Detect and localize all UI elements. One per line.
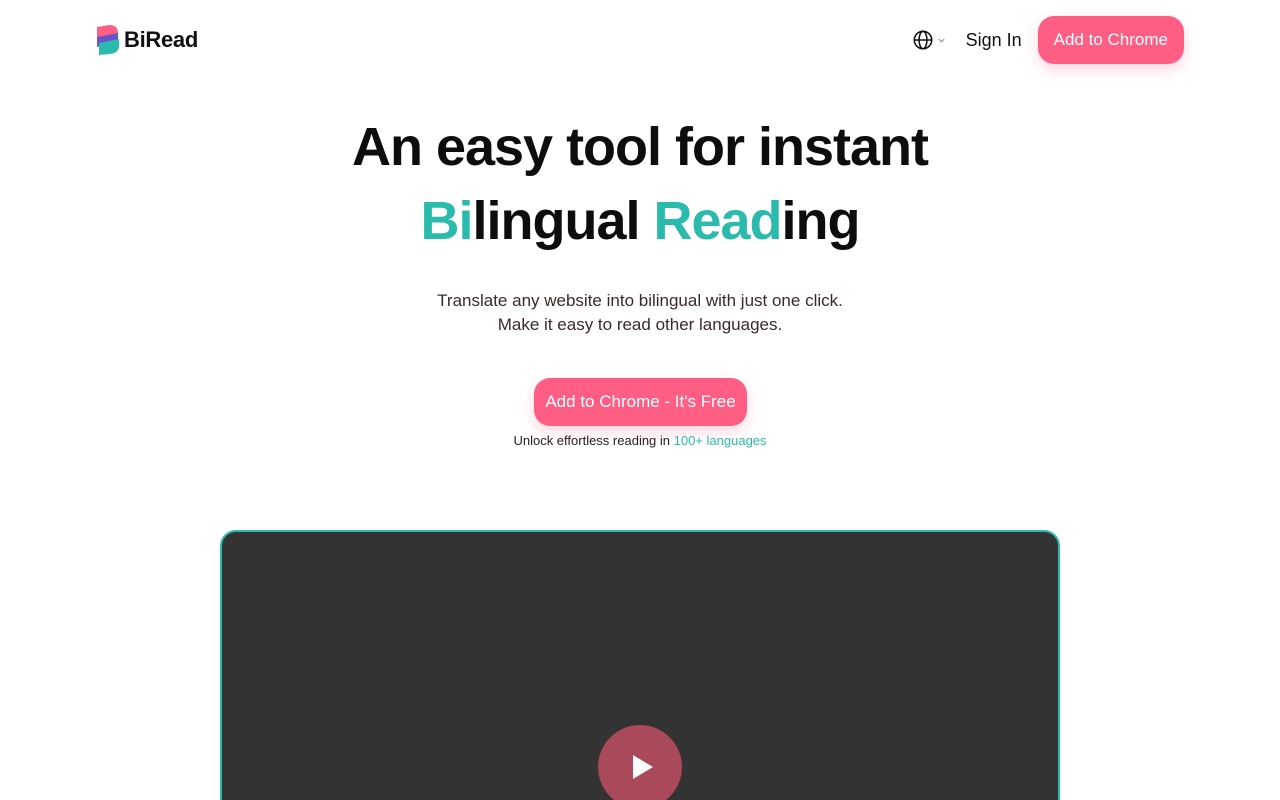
site-header: BiRead Sign In Add to Chrome [96, 16, 1184, 64]
hero-subtitle-line1: Translate any website into bilingual wit… [437, 291, 843, 310]
demo-video-player[interactable] [220, 530, 1060, 800]
brand-link[interactable]: BiRead [96, 25, 198, 55]
hero-title-accent-read: Read [653, 191, 782, 251]
chevron-down-icon [937, 38, 945, 43]
add-to-chrome-button[interactable]: Add to Chrome [1037, 16, 1184, 64]
sign-in-link[interactable]: Sign In [966, 30, 1022, 51]
hero-title-line1: An easy tool for instant [351, 117, 929, 177]
hero-subtitle: Translate any website into bilingual wit… [0, 289, 1280, 337]
language-selector[interactable] [912, 29, 946, 51]
header-nav: Sign In Add to Chrome [912, 16, 1184, 64]
hero-title: An easy tool for instant Bilingual Readi… [0, 110, 1280, 258]
hero-subtitle-line2: Make it easy to read other languages. [497, 315, 783, 334]
play-button[interactable] [598, 725, 682, 800]
add-to-chrome-free-button[interactable]: Add to Chrome - It's Free [534, 378, 747, 426]
languages-note: Unlock effortless reading in 100+ langua… [0, 433, 1280, 448]
languages-link[interactable]: 100+ languages [674, 433, 767, 448]
languages-note-prefix: Unlock effortless reading in [513, 433, 674, 448]
brand-name: BiRead [124, 27, 198, 52]
hero-title-lingual: lingual [472, 191, 654, 251]
landing-page: BiRead Sign In Add to Chrome An easy too… [0, 0, 1280, 800]
play-icon [632, 755, 653, 779]
hero-title-accent-bi: Bi [420, 191, 473, 251]
biread-logo-icon [97, 25, 119, 55]
hero-title-ing: ing [781, 191, 861, 251]
globe-icon [913, 30, 933, 50]
